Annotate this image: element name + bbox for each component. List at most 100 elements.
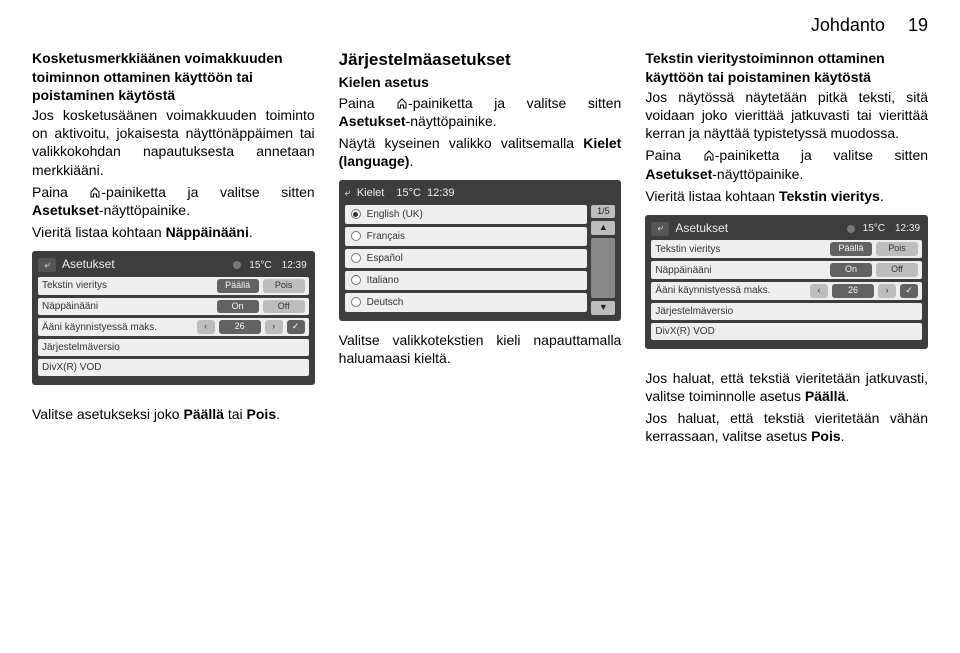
para-select-language: Valitse valikkotekstien kieli napauttama… bbox=[339, 331, 622, 367]
panel3-rows: Tekstin vieritys Päällä Pois Näppäinääni On O… bbox=[651, 240, 922, 339]
value-display: 26 bbox=[219, 320, 261, 334]
option-pill[interactable]: On bbox=[217, 300, 259, 314]
option-pill[interactable]: On bbox=[830, 263, 872, 277]
value-display: 26 bbox=[832, 284, 874, 298]
language-panel: ⤶ Kielet 15°C 12:39 English (UK) Français… bbox=[339, 180, 622, 320]
settings-row: Näppäinääni On Off bbox=[38, 298, 309, 316]
decrement-button[interactable]: ‹ bbox=[810, 284, 828, 298]
settings-row-label: DivX(R) VOD bbox=[42, 361, 305, 374]
option-pill[interactable]: Pois bbox=[876, 242, 918, 256]
settings-row: DivX(R) VOD bbox=[651, 323, 922, 340]
settings-row: Ääni käynnistyessä maks. ‹ 26 › ✓ bbox=[38, 318, 309, 336]
panel1-title: Asetukset bbox=[62, 257, 227, 273]
settings-panel-3: ⤶ Asetukset 15°C 12:39 Tekstin vieritys P… bbox=[645, 215, 928, 349]
subheading-text-scroll: Tekstin vieritystoiminnon ottaminen käyt… bbox=[645, 49, 928, 85]
option-pill[interactable]: Pois bbox=[263, 279, 305, 293]
settings-row: DivX(R) VOD bbox=[38, 359, 309, 376]
page-number: 19 bbox=[908, 15, 928, 35]
para-touch-sound-action: Paina -painiketta ja valitse sitten Aset… bbox=[32, 183, 315, 219]
back-button[interactable]: ⤶ bbox=[345, 186, 351, 200]
panel3-temp: 15°C bbox=[861, 222, 887, 235]
language-option[interactable]: Italiano bbox=[345, 271, 588, 290]
langpanel-titlebar: ⤶ Kielet 15°C 12:39 bbox=[345, 184, 616, 204]
increment-button[interactable]: › bbox=[265, 320, 283, 334]
status-dot bbox=[233, 261, 241, 269]
decrement-button[interactable]: ‹ bbox=[197, 320, 215, 334]
radio-icon bbox=[351, 231, 361, 241]
settings-row: Järjestelmäversio bbox=[38, 339, 309, 356]
subheading-touch-sound: Kosketusmerkkiäänen voimakkuuden toiminn… bbox=[32, 49, 315, 104]
panel3-title: Asetukset bbox=[675, 221, 840, 237]
increment-button[interactable]: › bbox=[878, 284, 896, 298]
settings-row-label: Näppäinääni bbox=[655, 264, 826, 277]
page-header: Johdanto 19 bbox=[32, 14, 928, 37]
para-scroll-cont: Jos haluat, että tekstiä vieritetään jat… bbox=[645, 369, 928, 405]
panel1-titlebar: ⤶ Asetukset 15°C 12:39 bbox=[38, 255, 309, 277]
language-label: Français bbox=[367, 230, 405, 243]
confirm-marker: ✓ bbox=[287, 320, 305, 334]
settings-row: Tekstin vieritys Päällä Pois bbox=[38, 277, 309, 295]
language-scroll-controls: 1/5 ▲ ▼ bbox=[591, 205, 615, 315]
language-label: English (UK) bbox=[367, 208, 423, 221]
option-pill[interactable]: Off bbox=[263, 300, 305, 314]
confirm-marker: ✓ bbox=[900, 284, 918, 298]
home-icon bbox=[89, 186, 101, 198]
panel3-titlebar: ⤶ Asetukset 15°C 12:39 bbox=[651, 219, 922, 241]
radio-icon bbox=[351, 297, 361, 307]
chapter-title: Johdanto bbox=[811, 15, 885, 35]
radio-icon bbox=[351, 253, 361, 263]
back-button[interactable]: ⤶ bbox=[651, 222, 669, 236]
option-pill[interactable]: Päällä bbox=[830, 242, 872, 256]
para-scroll-little: Jos haluat, että tekstiä vieritetään väh… bbox=[645, 409, 928, 445]
panel1-clock: 12:39 bbox=[280, 259, 309, 272]
language-option[interactable]: Deutsch bbox=[345, 293, 588, 312]
subheading-language: Kielen asetus bbox=[339, 73, 622, 91]
scroll-down-button[interactable]: ▼ bbox=[591, 301, 615, 315]
page-count-indicator: 1/5 bbox=[591, 205, 615, 219]
langpanel-clock: 12:39 bbox=[427, 186, 455, 200]
para-text-scroll-action: Paina -painiketta ja valitse sitten Aset… bbox=[645, 146, 928, 182]
language-label: Italiano bbox=[367, 274, 399, 287]
settings-row-label: DivX(R) VOD bbox=[655, 325, 918, 338]
language-option[interactable]: Français bbox=[345, 227, 588, 246]
settings-row: Näppäinääni On Off bbox=[651, 261, 922, 279]
home-icon bbox=[396, 97, 408, 109]
column-1: Kosketusmerkkiäänen voimakkuuden toiminn… bbox=[32, 49, 315, 449]
para-language-open: Paina -painiketta ja valitse sitten Aset… bbox=[339, 94, 622, 130]
para-language-show: Näytä kyseinen valikko valitsemalla Kiel… bbox=[339, 134, 622, 170]
heading-system-settings: Järjestelmäasetukset bbox=[339, 49, 622, 71]
radio-icon bbox=[351, 275, 361, 285]
langpanel-temp: 15°C bbox=[396, 186, 421, 200]
settings-row-label: Näppäinääni bbox=[42, 300, 213, 313]
settings-row-label: Järjestelmäversio bbox=[655, 305, 918, 318]
settings-row-label: Ääni käynnistyessä maks. bbox=[655, 284, 806, 297]
scrollbar-thumb[interactable] bbox=[591, 238, 615, 298]
language-option[interactable]: Español bbox=[345, 249, 588, 268]
home-icon bbox=[703, 149, 715, 161]
scroll-up-button[interactable]: ▲ bbox=[591, 221, 615, 235]
status-dot bbox=[847, 225, 855, 233]
option-pill[interactable]: Off bbox=[876, 263, 918, 277]
settings-panel-1: ⤶ Asetukset 15°C 12:39 Tekstin vieritys P… bbox=[32, 251, 315, 385]
language-list: English (UK) Français Español Italiano Deuts… bbox=[345, 205, 588, 315]
settings-row-label: Tekstin vieritys bbox=[42, 279, 213, 292]
settings-row-label: Ääni käynnistyessä maks. bbox=[42, 321, 193, 334]
settings-row: Tekstin vieritys Päällä Pois bbox=[651, 240, 922, 258]
panel1-temp: 15°C bbox=[247, 259, 273, 272]
panel1-rows: Tekstin vieritys Päällä Pois Näppäinääni On O… bbox=[38, 277, 309, 376]
settings-row-label: Järjestelmäversio bbox=[42, 341, 305, 354]
column-2: Järjestelmäasetukset Kielen asetus Paina… bbox=[339, 49, 622, 449]
panel3-clock: 12:39 bbox=[893, 222, 922, 235]
settings-row: Järjestelmäversio bbox=[651, 303, 922, 320]
language-option[interactable]: English (UK) bbox=[345, 205, 588, 224]
back-button[interactable]: ⤶ bbox=[38, 258, 56, 272]
para-text-scroll-desc: Jos näytössä näytetään pitkä teksti, sit… bbox=[645, 88, 928, 143]
langpanel-title: Kielet bbox=[357, 186, 385, 200]
para-scroll-to-textscroll: Vieritä listaa kohtaan Tekstin vieritys. bbox=[645, 187, 928, 205]
settings-row-label: Tekstin vieritys bbox=[655, 243, 826, 256]
language-label: Español bbox=[367, 252, 403, 265]
language-label: Deutsch bbox=[367, 296, 404, 309]
option-pill[interactable]: Päällä bbox=[217, 279, 259, 293]
para-touch-sound-desc: Jos kosketusäänen voimakkuuden toiminto … bbox=[32, 106, 315, 179]
column-3: Tekstin vieritystoiminnon ottaminen käyt… bbox=[645, 49, 928, 449]
